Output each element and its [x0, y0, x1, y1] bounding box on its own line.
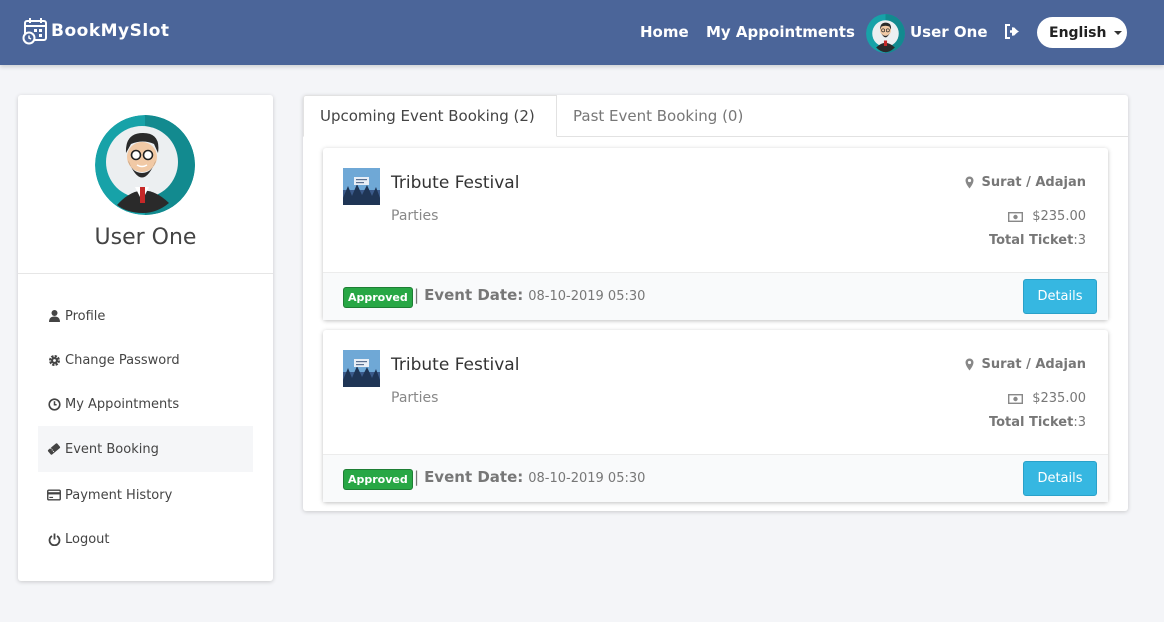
event-date-label: Event Date: [424, 468, 524, 486]
separator: | [414, 468, 420, 486]
calendar-clock-icon [22, 18, 47, 45]
user-icon [47, 309, 61, 323]
tab-upcoming-event-booking[interactable]: Upcoming Event Booking (2) [303, 95, 557, 137]
event-title[interactable]: Tribute Festival [391, 355, 519, 375]
location-text: Surat / Adajan [981, 175, 1086, 190]
divider [18, 273, 273, 274]
event-location: Surat / Adajan [965, 175, 1086, 190]
sidebar-item-change-password[interactable]: Change Password [38, 337, 253, 383]
total-tickets: Total Ticket:3 [989, 233, 1086, 248]
details-button[interactable]: Details [1023, 461, 1097, 496]
status-badge: Approved [344, 288, 412, 307]
event-date-label: Event Date: [424, 286, 524, 304]
event-thumbnail[interactable] [343, 168, 380, 205]
gear-icon [47, 353, 61, 367]
event-date-value: 08-10-2019 05:30 [528, 471, 646, 486]
caret-down-icon [1114, 30, 1123, 35]
booking-card: Tribute Festival Parties Surat / Adajan … [323, 330, 1108, 502]
money-icon [1008, 211, 1024, 222]
event-price: $235.00 [1008, 391, 1086, 406]
price-text: $235.00 [1032, 209, 1086, 224]
credit-card-icon [47, 488, 61, 502]
sidebar-item-label: Change Password [65, 352, 180, 368]
sidebar-item-label: Payment History [65, 487, 173, 503]
user-avatar[interactable] [866, 14, 905, 53]
event-category: Parties [391, 390, 439, 406]
sidebar-item-profile[interactable]: Profile [38, 293, 253, 339]
language-selected: English [1049, 24, 1107, 41]
event-date: | Event Date: 08-10-2019 05:30 [414, 286, 645, 304]
nav-home-link[interactable]: Home [640, 23, 689, 41]
brand-logo[interactable]: BookMySlot [22, 17, 170, 45]
ticket-icon [47, 442, 61, 456]
nav-appointments-link[interactable]: My Appointments [706, 23, 855, 41]
sidebar-item-label: Event Booking [65, 441, 159, 457]
sidebar-item-event-booking[interactable]: Event Booking [38, 426, 253, 472]
booking-tabs: Upcoming Event Booking (2) Past Event Bo… [303, 95, 1128, 137]
total-tickets: Total Ticket:3 [989, 415, 1086, 430]
profile-name: User One [94, 225, 197, 250]
event-date-value: 08-10-2019 05:30 [528, 289, 646, 304]
event-booking-panel: Upcoming Event Booking (2) Past Event Bo… [303, 95, 1128, 511]
top-navbar: BookMySlot Home My Appointments User One… [0, 0, 1164, 65]
details-button[interactable]: Details [1023, 279, 1097, 314]
sidebar-item-label: Profile [65, 308, 106, 324]
sidebar-item-logout[interactable]: Logout [38, 516, 253, 562]
language-dropdown[interactable]: English [1037, 17, 1127, 48]
tab-past-event-booking[interactable]: Past Event Booking (0) [573, 95, 743, 137]
event-location: Surat / Adajan [965, 357, 1086, 372]
card-footer: Approved | Event Date: 08-10-2019 05:30 … [323, 454, 1108, 502]
tickets-value: :3 [1073, 415, 1086, 430]
power-icon [47, 532, 61, 546]
sidebar-item-payment-history[interactable]: Payment History [38, 472, 253, 518]
profile-avatar [95, 115, 195, 215]
event-date: | Event Date: 08-10-2019 05:30 [414, 468, 645, 486]
money-icon [1008, 393, 1024, 404]
clock-icon [47, 397, 61, 411]
event-category: Parties [391, 208, 439, 224]
sidebar-item-label: My Appointments [65, 396, 180, 412]
tickets-value: :3 [1073, 233, 1086, 248]
event-title[interactable]: Tribute Festival [391, 173, 519, 193]
brand-name: BookMySlot [51, 21, 170, 41]
sign-out-icon[interactable] [1004, 24, 1020, 44]
profile-sidebar: User One Profile Change Password My Appo… [18, 95, 273, 581]
event-thumbnail[interactable] [343, 350, 380, 387]
nav-user-name[interactable]: User One [910, 23, 988, 41]
booking-card: Tribute Festival Parties Surat / Adajan … [323, 148, 1108, 320]
sidebar-item-label: Logout [65, 531, 110, 547]
separator: | [414, 286, 420, 304]
sidebar-item-my-appointments[interactable]: My Appointments [38, 381, 253, 427]
tickets-label: Total Ticket [988, 233, 1074, 248]
map-marker-icon [965, 358, 974, 371]
card-footer: Approved | Event Date: 08-10-2019 05:30 … [323, 272, 1108, 320]
map-marker-icon [965, 176, 974, 189]
location-text: Surat / Adajan [981, 357, 1086, 372]
event-price: $235.00 [1008, 209, 1086, 224]
status-badge: Approved [344, 470, 412, 489]
tickets-label: Total Ticket [988, 415, 1074, 430]
price-text: $235.00 [1032, 391, 1086, 406]
